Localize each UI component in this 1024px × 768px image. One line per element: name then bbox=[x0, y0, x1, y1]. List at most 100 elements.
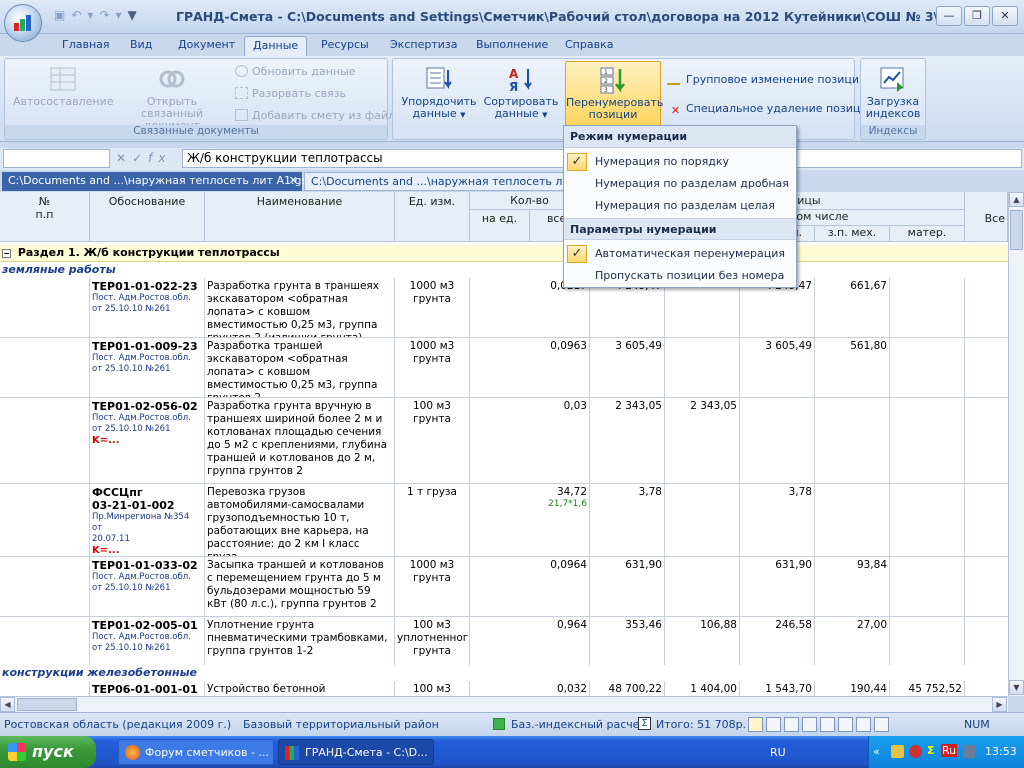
table-row[interactable]: ТЕР06-01-001-01 Устройство бетонной подго… bbox=[0, 681, 1008, 696]
cell-name[interactable]: Устройство бетонной подготовки bbox=[205, 681, 395, 696]
view-mode-3-icon[interactable] bbox=[784, 717, 799, 732]
section-header-row[interactable]: − Раздел 1. Ж/б конструкции теплотрассы bbox=[0, 245, 1008, 262]
break-link-button[interactable]: Разорвать связь bbox=[235, 87, 346, 101]
cell-v1[interactable] bbox=[665, 484, 740, 556]
cell-v1[interactable] bbox=[665, 557, 740, 616]
scroll-right-icon[interactable]: ▶ bbox=[992, 697, 1007, 712]
order-data-button[interactable]: Упорядочить данные ▼ bbox=[399, 65, 479, 121]
customize-toolbar-icon[interactable]: ▼ bbox=[128, 8, 137, 22]
tab-execution[interactable]: Выполнение bbox=[468, 36, 556, 56]
view-mode-5-icon[interactable] bbox=[820, 717, 835, 732]
cell-total[interactable]: 2 343,05 bbox=[590, 398, 665, 483]
view-mode-2-icon[interactable] bbox=[766, 717, 781, 732]
sort-data-button[interactable]: АЯ Сортировать данные ▼ bbox=[481, 65, 561, 121]
cell-number[interactable] bbox=[0, 484, 90, 556]
auto-compose-button[interactable]: Автосоставление bbox=[13, 65, 114, 108]
cell-number[interactable] bbox=[0, 278, 90, 337]
cell-basis[interactable]: ТЕР01-01-009-23 Пост. Адм.Ростов.обл. от 2… bbox=[90, 338, 205, 397]
column-header-per-unit[interactable]: на ед. bbox=[470, 210, 530, 242]
cell-number[interactable] bbox=[0, 557, 90, 616]
vertical-scroll-thumb[interactable] bbox=[1010, 210, 1023, 250]
undo-dropdown-icon[interactable]: ▾ bbox=[87, 8, 93, 22]
column-header-basis[interactable]: Обоснование bbox=[90, 192, 205, 242]
name-box[interactable] bbox=[3, 149, 110, 168]
cell-total[interactable]: 3 605,49 bbox=[590, 338, 665, 397]
cell-basis[interactable]: ФССЦпг 03-21-01-002 Пр.Минрегиона №354 от 2… bbox=[90, 484, 205, 556]
cell-total[interactable]: 631,90 bbox=[590, 557, 665, 616]
scroll-down-icon[interactable]: ▼ bbox=[1009, 680, 1024, 695]
tab-home[interactable]: Главная bbox=[54, 36, 118, 56]
fx-icon[interactable]: fx bbox=[148, 151, 171, 165]
cell-v4[interactable] bbox=[890, 484, 965, 556]
cell-all[interactable] bbox=[965, 398, 1008, 483]
cell-v4[interactable]: 45 752,52 bbox=[890, 681, 965, 696]
cell-v2[interactable]: 3,78 bbox=[740, 484, 815, 556]
cell-quantity[interactable]: 0,03 bbox=[470, 398, 590, 483]
cell-basis[interactable]: ТЕР06-01-001-01 bbox=[90, 681, 205, 696]
horizontal-scroll-thumb[interactable] bbox=[17, 698, 77, 711]
cell-name[interactable]: Засыпка траншей и котлованов с перемещен… bbox=[205, 557, 395, 616]
save-icon[interactable]: ▣ bbox=[54, 8, 65, 22]
tray-speaker-icon[interactable] bbox=[963, 745, 975, 758]
tray-expand-icon[interactable]: « bbox=[873, 745, 880, 758]
cell-number[interactable] bbox=[0, 338, 90, 397]
cell-v4[interactable] bbox=[890, 278, 965, 337]
cell-unit[interactable]: 100 м3 грунта bbox=[395, 398, 470, 483]
cell-basis[interactable]: ТЕР01-02-056-02 Пост. Адм.Ростов.обл. от 2… bbox=[90, 398, 205, 483]
redo-icon[interactable]: ↷ bbox=[99, 8, 109, 22]
minimize-button[interactable]: — bbox=[936, 6, 962, 26]
cell-all[interactable] bbox=[965, 338, 1008, 397]
taskbar-item-grand-smeta[interactable]: ГРАНД-Смета - C:\D... bbox=[278, 739, 434, 765]
cancel-icon[interactable]: ✕ bbox=[116, 151, 132, 165]
close-tab-icon[interactable]: ✕ bbox=[289, 172, 298, 190]
cell-total[interactable]: 3,78 bbox=[590, 484, 665, 556]
cell-number[interactable] bbox=[0, 398, 90, 483]
close-button[interactable]: ✕ bbox=[992, 6, 1018, 26]
tab-expertise[interactable]: Экспертиза bbox=[382, 36, 465, 56]
cell-name[interactable]: Разработка грунта вручную в траншеях шир… bbox=[205, 398, 395, 483]
view-mode-7-icon[interactable] bbox=[856, 717, 871, 732]
cell-quantity[interactable]: 0,0964 bbox=[470, 557, 590, 616]
cell-v4[interactable] bbox=[890, 398, 965, 483]
column-header-number[interactable]: № п.п bbox=[0, 192, 90, 242]
document-tab-active[interactable]: C:\Documents and ...\наружная теплосеть … bbox=[2, 172, 311, 191]
restore-button[interactable]: ❐ bbox=[964, 6, 990, 26]
redo-dropdown-icon[interactable]: ▾ bbox=[116, 8, 122, 22]
menu-item-auto-renumber[interactable]: ✓ Автоматическая перенумерация bbox=[564, 243, 796, 265]
cell-v4[interactable] bbox=[890, 557, 965, 616]
undo-icon[interactable]: ↶ bbox=[71, 8, 81, 22]
view-mode-8-icon[interactable] bbox=[874, 717, 889, 732]
cell-v2[interactable]: 3 605,49 bbox=[740, 338, 815, 397]
column-header-zp-mech[interactable]: з.п. мех. bbox=[815, 226, 890, 242]
cell-total[interactable]: 48 700,22 bbox=[590, 681, 665, 696]
cell-v3[interactable]: 190,44 bbox=[815, 681, 890, 696]
cell-basis[interactable]: ТЕР01-01-022-23 Пост. Адм.Ростов.обл. от 2… bbox=[90, 278, 205, 337]
horizontal-scrollbar[interactable]: ◀ ▶ bbox=[0, 696, 1008, 712]
cell-name[interactable]: Разработка грунта в траншеях экскаваторо… bbox=[205, 278, 395, 337]
scroll-left-icon[interactable]: ◀ bbox=[0, 697, 15, 712]
view-mode-4-icon[interactable] bbox=[802, 717, 817, 732]
tab-help[interactable]: Справка bbox=[557, 36, 621, 56]
table-row[interactable]: ТЕР01-01-033-02 Пост. Адм.Ростов.обл. от 2… bbox=[0, 557, 1008, 617]
cell-unit[interactable]: 1000 м3 грунта bbox=[395, 278, 470, 337]
tab-view[interactable]: Вид bbox=[122, 36, 160, 56]
cell-all[interactable] bbox=[965, 557, 1008, 616]
table-row[interactable]: ТЕР01-02-056-02 Пост. Адм.Ростов.обл. от 2… bbox=[0, 398, 1008, 484]
cell-quantity[interactable]: 0,0963 bbox=[470, 338, 590, 397]
refresh-data-button[interactable]: Обновить данные bbox=[235, 65, 356, 79]
load-indexes-button[interactable]: Загрузка индексов bbox=[863, 65, 923, 120]
app-menu-button[interactable] bbox=[4, 4, 42, 42]
collapse-icon[interactable]: − bbox=[2, 249, 11, 258]
cell-v3[interactable] bbox=[815, 398, 890, 483]
vertical-scrollbar[interactable]: ▲ ▼ bbox=[1008, 192, 1024, 696]
column-header-all[interactable]: Все bbox=[965, 192, 1008, 242]
cell-all[interactable] bbox=[965, 484, 1008, 556]
status-calc-mode[interactable]: Баз.-индексный расчет bbox=[511, 718, 646, 731]
cell-v3[interactable]: 661,67 bbox=[815, 278, 890, 337]
tray-sigma-icon[interactable]: Σ bbox=[927, 744, 935, 757]
renumber-positions-button[interactable]: 123 Перенумеровать позиции ▼ bbox=[565, 61, 663, 132]
scroll-up-icon[interactable]: ▲ bbox=[1009, 192, 1024, 207]
cell-v1[interactable] bbox=[665, 338, 740, 397]
table-row[interactable]: ТЕР01-01-022-23 Пост. Адм.Ростов.обл. от 2… bbox=[0, 278, 1008, 338]
cell-unit[interactable]: 1000 м3 грунта bbox=[395, 338, 470, 397]
